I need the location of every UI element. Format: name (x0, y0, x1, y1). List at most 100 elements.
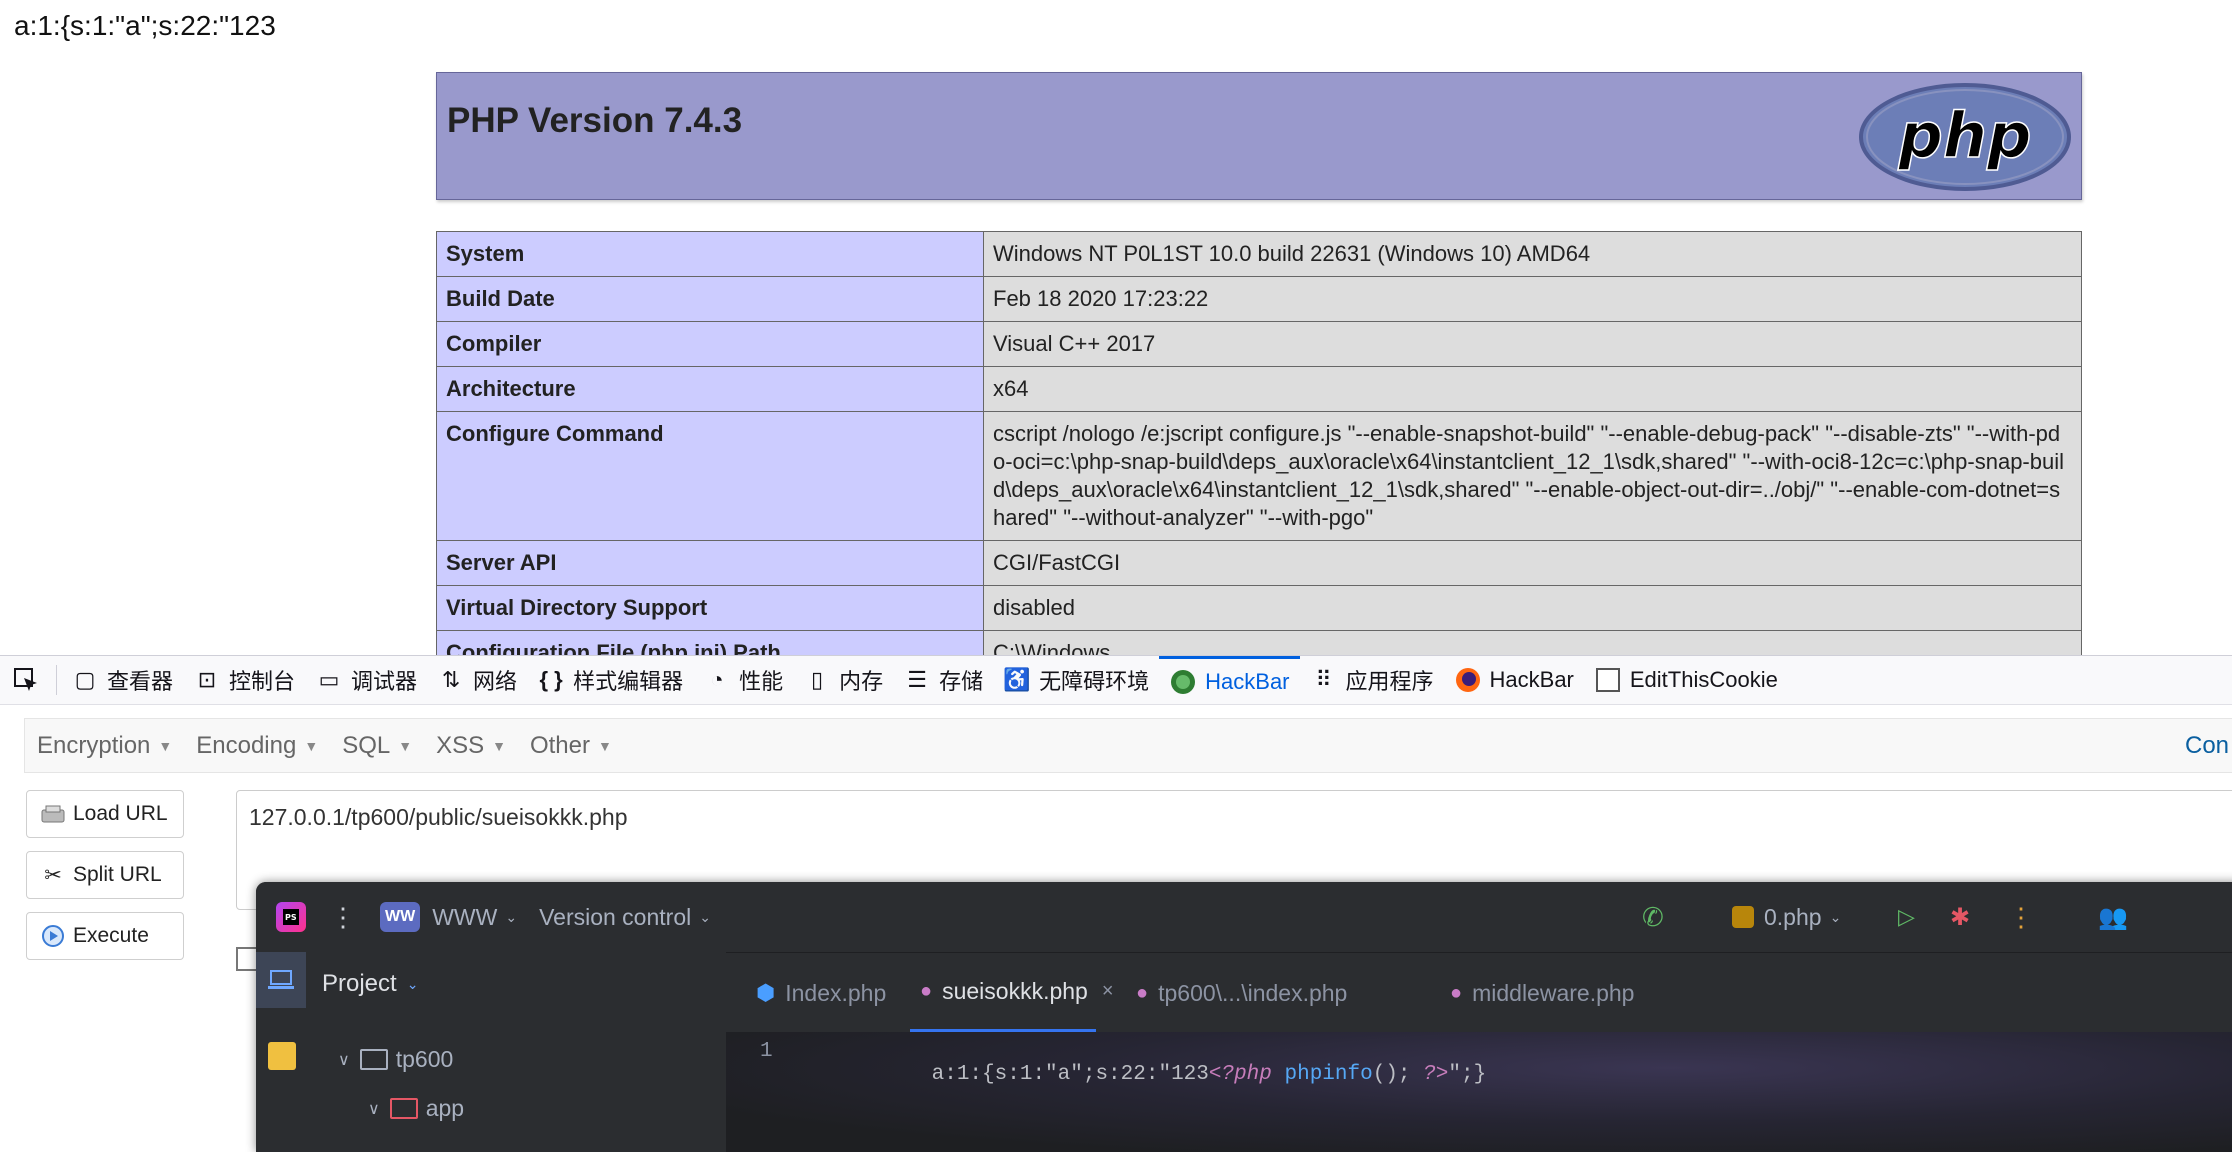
project-badge: WW (380, 902, 421, 932)
split-url-button[interactable]: ✂ Split URL (26, 851, 184, 899)
code-editor[interactable]: 1 a:1:{s:1:"a";s:22:"123<?php phpinfo();… (726, 1032, 2232, 1152)
console-icon: ⊡ (197, 667, 217, 692)
table-row: Build Date Feb 18 2020 17:23:22 (436, 276, 2082, 322)
code-with-me-icon[interactable]: 👥 (2098, 903, 2128, 932)
scissors-icon: ✂ (44, 863, 62, 887)
cookie-checkbox-icon (1594, 666, 1622, 694)
php-close-tag: ?> (1423, 1063, 1449, 1086)
execute-button[interactable]: Execute (26, 912, 184, 960)
phpstorm-logo-icon: PS (276, 902, 306, 932)
tab-label: 控制台 (229, 669, 296, 694)
php-version-title: PHP Version 7.4.3 (447, 101, 743, 140)
element-picker-icon (14, 668, 37, 691)
editor-tabs: ⬢ Index.php ● sueisokkk.php × ● tp600\..… (726, 952, 2232, 1033)
tab-editthiscookie[interactable]: EditThisCookie (1584, 656, 1788, 704)
project-panel-header[interactable]: Project ⌄ (322, 970, 418, 998)
chevron-down-icon: ∨ (338, 1051, 350, 1069)
tab-label: HackBar (1205, 668, 1290, 694)
memory-icon: ▯ (811, 667, 824, 692)
tree-item-tp600[interactable]: ∨ tp600 (338, 1046, 453, 1073)
caret-down-icon: ▼ (158, 737, 173, 754)
ide-tool-strip (256, 952, 307, 1152)
more-actions-icon[interactable]: ⋮ (2008, 902, 2034, 933)
phone-call-icon[interactable]: ✆ (1642, 902, 1664, 933)
php-logo-text: php (1898, 99, 2032, 172)
load-url-button[interactable]: Load URL (26, 790, 184, 838)
table-row: Configuration File (php.ini) Path C:\Win… (436, 630, 2082, 655)
project-panel: Project ⌄ ∨ tp600 ∨ app (306, 952, 726, 1152)
menu-sql[interactable]: SQL ▼ (330, 732, 424, 760)
tab-label: 应用程序 (1345, 669, 1434, 694)
line-number: 1 (760, 1040, 773, 1063)
menu-contribute-link[interactable]: Con (2185, 732, 2229, 760)
storage-icon: ☰ (907, 667, 927, 692)
php-elephant-icon: ● (1136, 981, 1149, 1004)
tab-label: 无障碍环境 (1039, 669, 1150, 694)
tab-label: 网络 (473, 669, 518, 694)
row-value: cscript /nologo /e:jscript configure.js … (983, 411, 2082, 541)
tab-storage[interactable]: ☰ 存储 (893, 656, 993, 704)
button-label: Split URL (73, 863, 162, 886)
run-icon[interactable]: ▷ (1898, 904, 1915, 930)
menu-label: XSS (436, 731, 485, 759)
run-config-label: 0.php (1764, 903, 1822, 930)
table-row: Virtual Directory Support disabled (436, 585, 2082, 631)
project-switcher[interactable]: WWW ⌄ (432, 904, 517, 931)
button-label: Execute (73, 924, 149, 947)
php-open-tag: <?php (1208, 1063, 1272, 1086)
chevron-down-icon: ⌄ (505, 908, 518, 925)
row-value: CGI/FastCGI (983, 540, 2082, 586)
caret-down-icon: ▼ (492, 737, 506, 754)
code-line: a:1:{s:1:"a";s:22:"123<?php phpinfo(); ?… (856, 1040, 1487, 1109)
tab-label: 性能 (739, 669, 784, 694)
row-value: Windows NT P0L1ST 10.0 build 22631 (Wind… (983, 231, 2082, 277)
php-logo: php (1859, 83, 2071, 191)
project-panel-title: Project (322, 970, 397, 997)
tab-label: HackBar (1489, 667, 1574, 692)
tab-accessibility[interactable]: ♿ 无障碍环境 (993, 656, 1159, 704)
tab-console[interactable]: ⊡ 控制台 (183, 656, 305, 704)
tab-network[interactable]: ⇅ 网络 (427, 656, 527, 704)
row-label: Configuration File (php.ini) Path (436, 630, 984, 655)
menu-other[interactable]: Other ▼ (518, 732, 624, 760)
tab-hackbar[interactable]: HackBar (1159, 656, 1300, 704)
module-folder-icon (389, 1098, 418, 1119)
element-picker-button[interactable] (0, 656, 52, 704)
editor-tab-sueisokkk[interactable]: ● sueisokkk.php × (910, 953, 1114, 1033)
chevron-down-icon: ⌄ (1829, 908, 1842, 925)
menu-encryption[interactable]: Encryption ▼ (25, 732, 184, 760)
tab-label: tp600\...\index.php (1158, 979, 1348, 1006)
run-config-dropdown[interactable]: 0.php ⌄ (1732, 904, 1841, 931)
close-tab-icon[interactable]: × (1102, 980, 1114, 1003)
tab-label: sueisokkk.php (942, 977, 1088, 1004)
tab-style-editor[interactable]: { } 样式编辑器 (527, 656, 693, 704)
load-url-icon (39, 800, 67, 828)
table-row: Architecture x64 (436, 366, 2082, 412)
menu-xss[interactable]: XSS ▼ (424, 732, 518, 760)
function-call: (); (1372, 1063, 1411, 1086)
accessibility-icon: ♿ (1003, 667, 1031, 692)
tab-hackbar-2[interactable]: HackBar (1444, 656, 1584, 704)
version-control-dropdown[interactable]: Version control ⌄ (539, 904, 711, 931)
cube-file-icon: ⬢ (756, 980, 776, 1005)
structure-tool-icon[interactable] (268, 1042, 296, 1070)
page-output-text: a:1:{s:1:"a";s:22:"123 (14, 10, 276, 41)
tab-performance[interactable]: ◔ 性能 (693, 656, 793, 704)
editor-tab-index[interactable]: ⬢ Index.php (746, 953, 896, 1033)
tab-memory[interactable]: ▯ 内存 (793, 656, 893, 704)
tab-debugger[interactable]: ▭ 调试器 (305, 656, 427, 704)
url-value: 127.0.0.1/tp600/public/sueisokkk.php (249, 804, 628, 830)
editor-tab-tp600-index[interactable]: ● tp600\...\index.php (1126, 953, 1357, 1033)
tab-inspector[interactable]: ▢ 查看器 (61, 656, 183, 704)
tree-item-app[interactable]: ∨ app (368, 1095, 464, 1122)
style-editor-icon: { } (539, 667, 563, 692)
debug-icon[interactable]: ✱ (1950, 903, 1970, 932)
menu-encoding[interactable]: Encoding ▼ (184, 732, 330, 760)
tab-application[interactable]: ⠿ 应用程序 (1300, 656, 1444, 704)
devtools-toolbar: ▢ 查看器 ⊡ 控制台 ▭ 调试器 ⇅ 网络 { } 样式编辑器 ◔ 性能 ▯ … (0, 655, 2232, 705)
editor-tab-middleware[interactable]: ● middleware.php (1440, 953, 1644, 1033)
main-menu-icon[interactable]: ⋮ (330, 902, 356, 933)
table-row: System Windows NT P0L1ST 10.0 build 2263… (436, 231, 2082, 277)
php-file-icon (1732, 906, 1754, 928)
project-tool-icon[interactable] (256, 952, 306, 1008)
